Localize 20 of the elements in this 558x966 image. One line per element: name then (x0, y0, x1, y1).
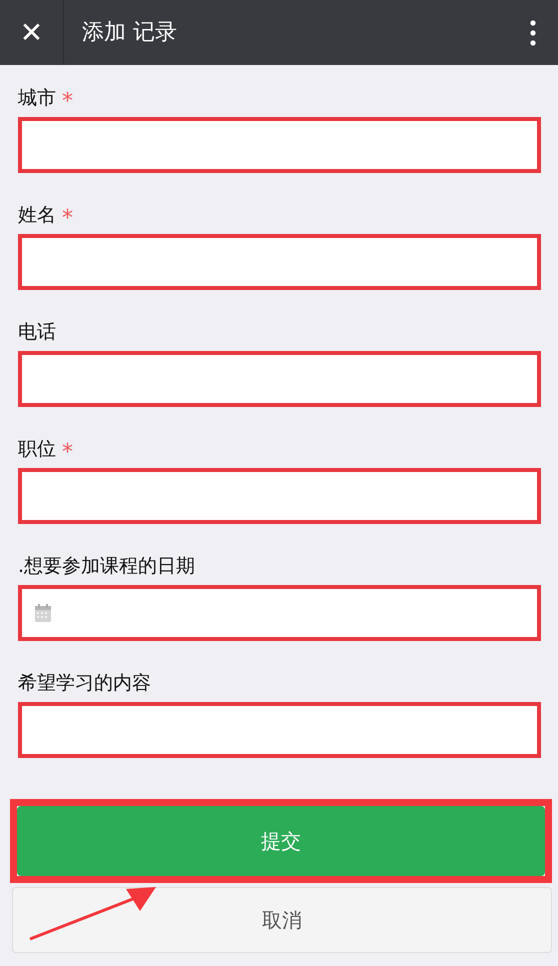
field-label: 电话 (18, 320, 56, 345)
input-field[interactable] (18, 468, 541, 524)
field-label: 姓名 (18, 202, 56, 228)
calendar-icon (34, 603, 52, 623)
close-button[interactable]: ✕ (0, 0, 64, 65)
field-label: 职位 (18, 436, 56, 462)
cancel-button[interactable]: 取消 (12, 887, 552, 953)
required-mark: * (62, 88, 73, 113)
page-title: 添加 记录 (82, 19, 177, 47)
input-field[interactable] (18, 117, 541, 173)
required-mark: * (62, 205, 73, 230)
input-field[interactable] (18, 234, 541, 290)
date-field[interactable] (18, 585, 541, 641)
field-label: 城市 (18, 86, 56, 111)
more-icon[interactable] (530, 20, 536, 46)
input-field[interactable] (18, 351, 541, 407)
input-field[interactable] (18, 702, 541, 758)
required-mark: * (62, 439, 73, 464)
field-label: .想要参加课程的日期 (18, 554, 196, 579)
field-label: 希望学习的内容 (18, 670, 151, 696)
